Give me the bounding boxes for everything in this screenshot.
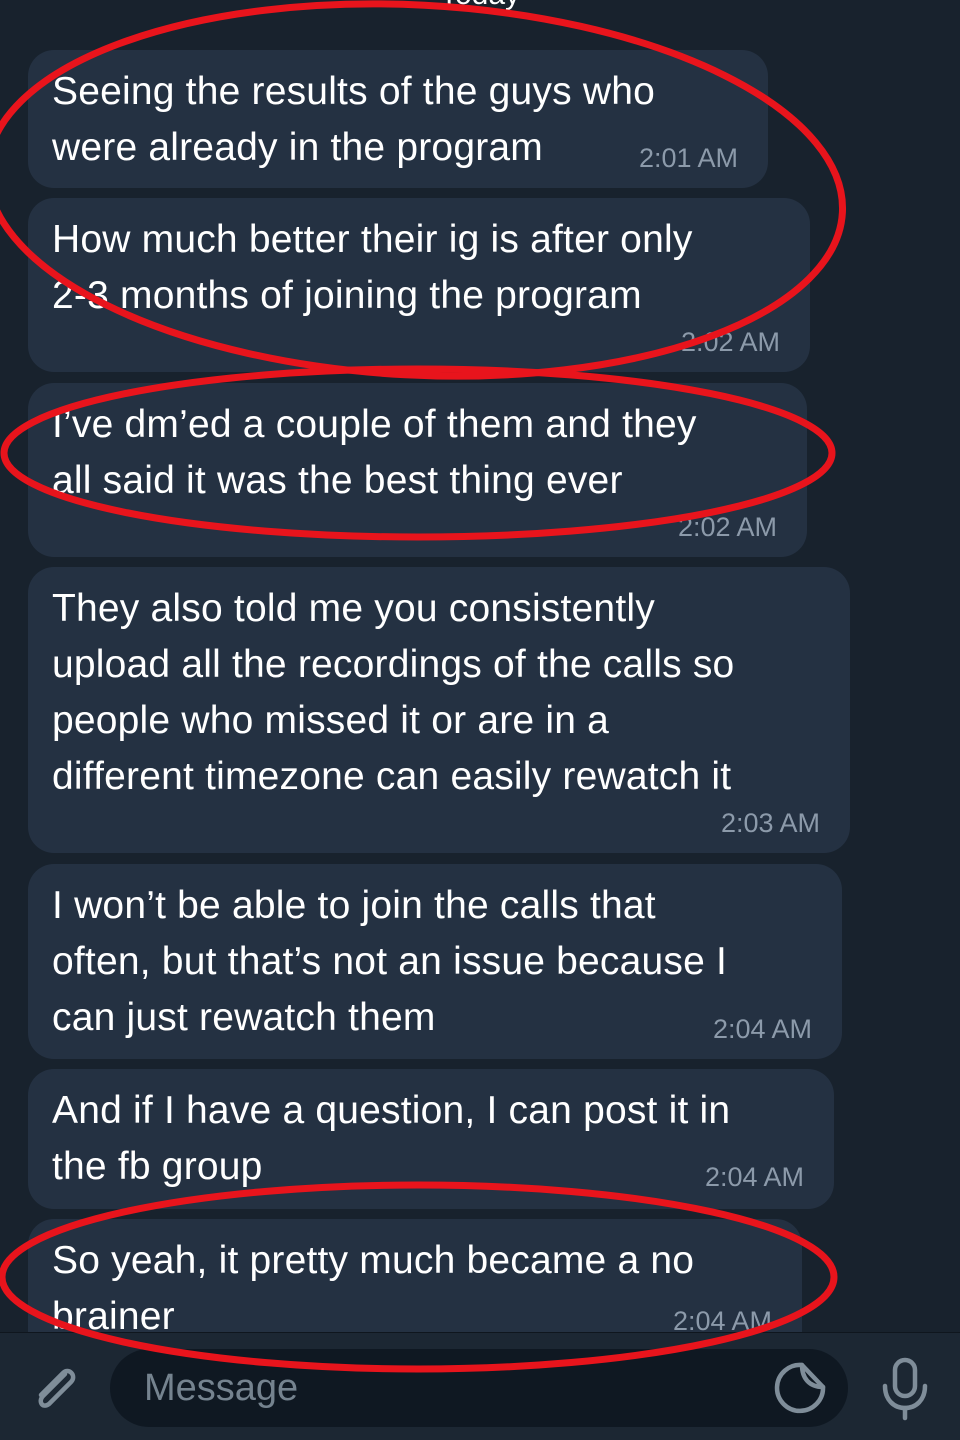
attach-button[interactable] (22, 1355, 88, 1421)
sticker-button[interactable] (772, 1359, 830, 1417)
chat-screen: Today Seeing the results of the guys who… (0, 0, 960, 1440)
message-text: So yeah, it pretty much became a no brai… (52, 1239, 695, 1332)
message-input[interactable] (142, 1365, 738, 1411)
message-input-container[interactable] (110, 1349, 848, 1427)
message-bubble[interactable]: I’ve dm’ed a couple of them and they all… (28, 383, 807, 557)
message-time: 2:04 AM (712, 1014, 812, 1044)
message-bubble[interactable]: How much better their ig is after only 2… (28, 198, 810, 372)
paperclip-icon (38, 1368, 76, 1408)
message-bubble[interactable]: And if I have a question, I can post it … (28, 1069, 834, 1209)
message-time: 2:04 AM (704, 1162, 804, 1192)
message-time: 2:02 AM (680, 327, 780, 357)
message-time: 2:04 AM (672, 1306, 772, 1332)
message-time: 2:02 AM (677, 512, 777, 542)
message-text: And if I have a question, I can post it … (52, 1089, 731, 1188)
message-text: I’ve dm’ed a couple of them and they all… (52, 403, 697, 502)
date-separator: Today (440, 0, 520, 12)
message-time: 2:01 AM (638, 143, 738, 173)
sticker-icon (774, 1362, 826, 1414)
message-bubble[interactable]: They also told me you consistently uploa… (28, 567, 850, 853)
microphone-icon (882, 1357, 928, 1421)
message-text: They also told me you consistently uploa… (52, 587, 735, 798)
message-bubble[interactable]: So yeah, it pretty much became a no brai… (28, 1219, 802, 1332)
message-bubble[interactable]: Seeing the results of the guys who were … (28, 50, 768, 188)
message-text: I won’t be able to join the calls that o… (52, 884, 728, 1039)
message-composer (0, 1332, 960, 1440)
message-time: 2:03 AM (720, 808, 820, 838)
message-bubble[interactable]: I won’t be able to join the calls that o… (28, 864, 842, 1059)
message-list[interactable]: Today Seeing the results of the guys who… (0, 0, 960, 1332)
message-text: How much better their ig is after only 2… (52, 218, 693, 317)
voice-message-button[interactable] (870, 1353, 940, 1425)
